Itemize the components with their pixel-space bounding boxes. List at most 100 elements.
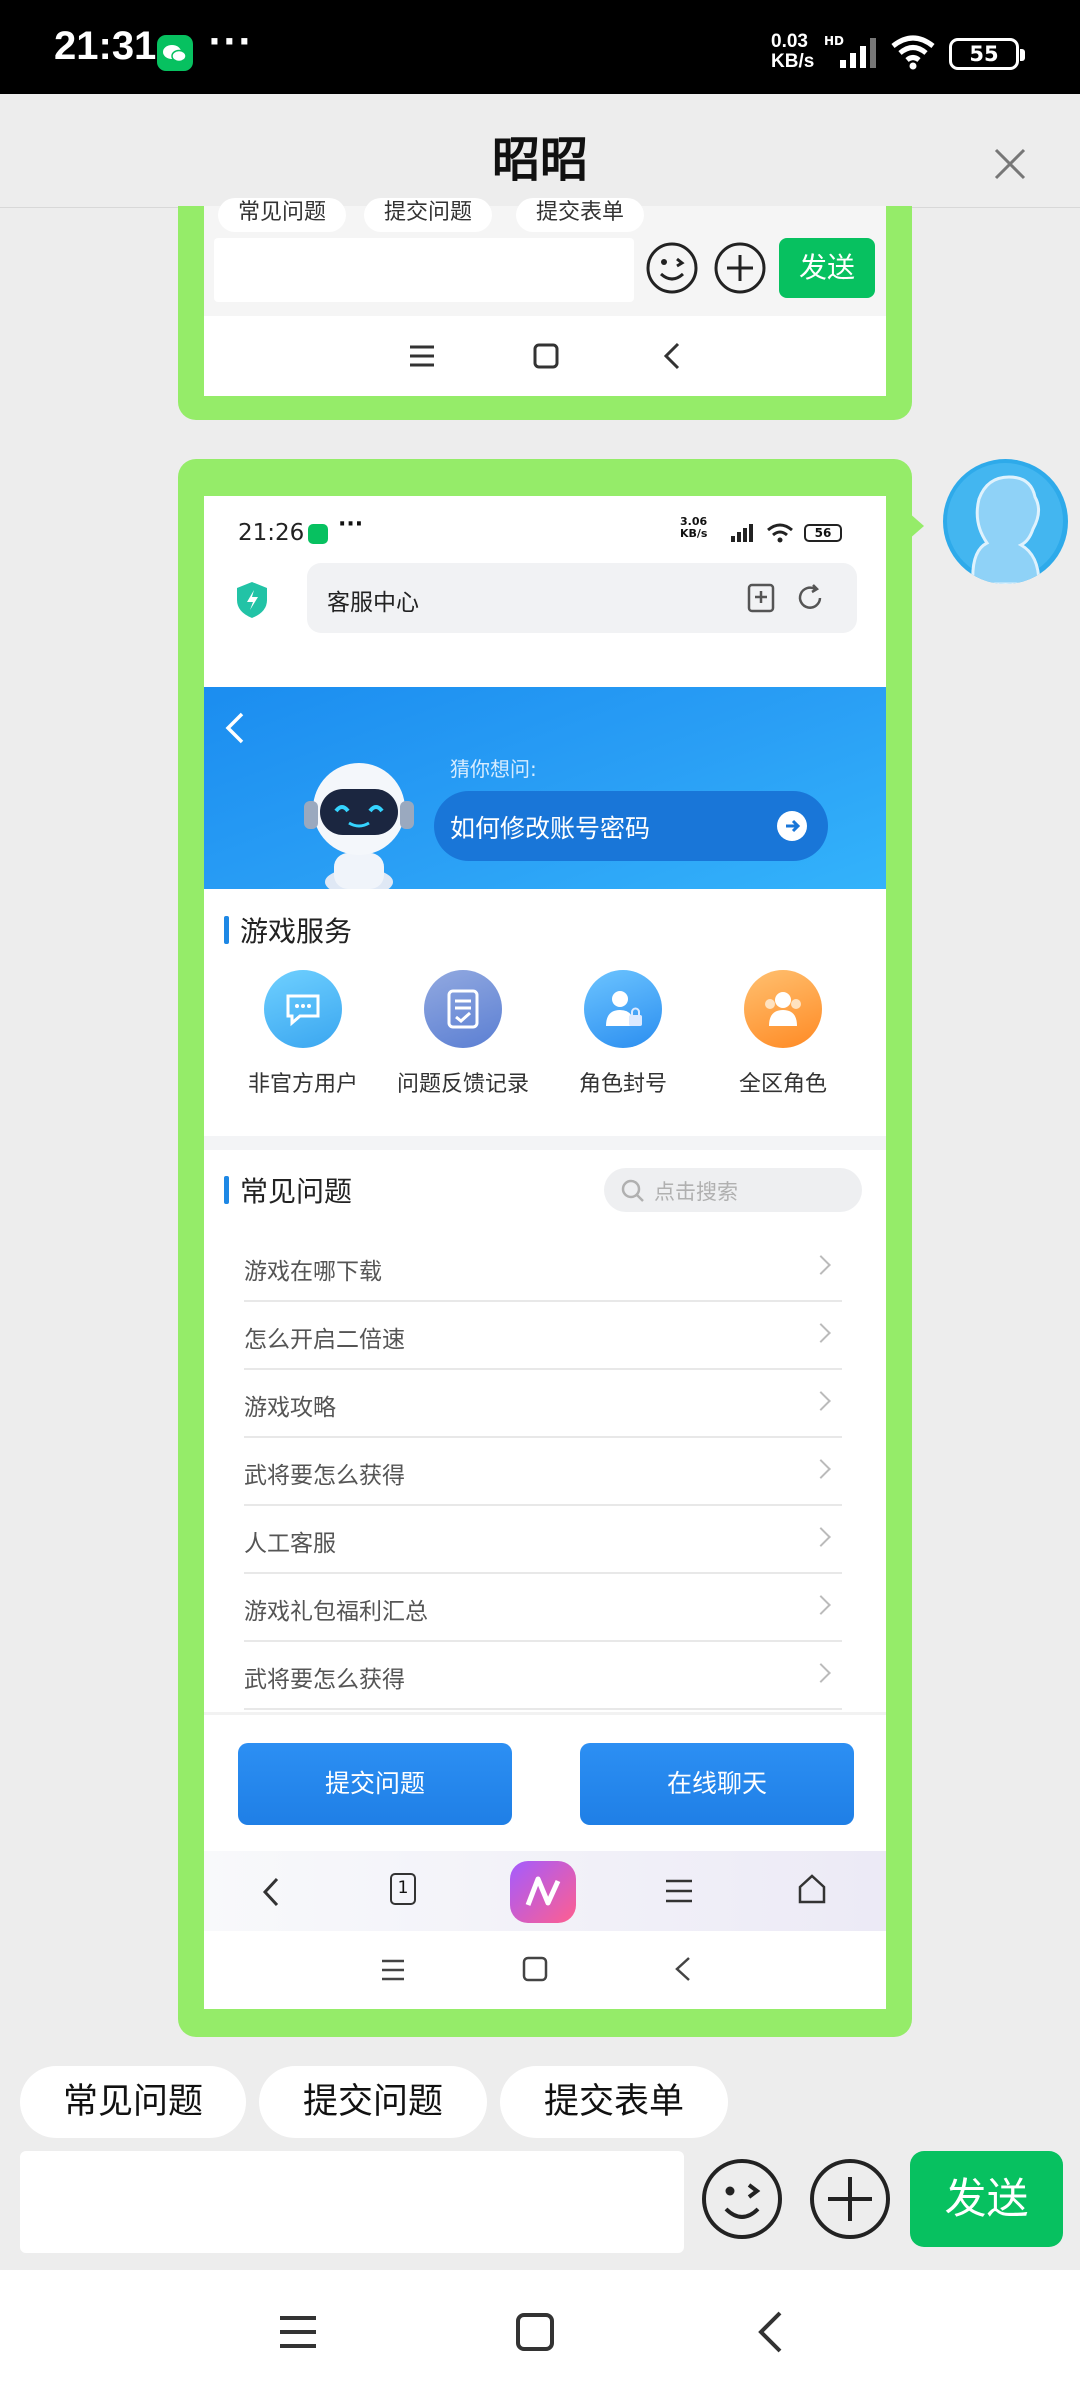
quick-reply-submit-form[interactable]: 提交表单: [500, 2066, 728, 2138]
chevron-right-icon: [811, 1255, 831, 1275]
chevron-right-icon: [811, 1527, 831, 1547]
status-time: 21:31: [54, 24, 157, 68]
role-ban-item[interactable]: [584, 970, 662, 1048]
close-icon[interactable]: [992, 146, 1028, 182]
send-button[interactable]: 发送: [910, 2151, 1063, 2247]
quick-reply-submit-question[interactable]: 提交问题: [259, 2066, 487, 2138]
screenshot-nav-bar: [204, 316, 886, 396]
quick-reply-faq[interactable]: 常见问题: [20, 2066, 246, 2138]
system-nav-bar: [0, 2270, 1080, 2400]
plus-icon: [712, 240, 768, 296]
browser-nav-bar: 1: [204, 1851, 886, 1931]
faq-item-label: 游戏礼包福利汇总: [244, 1599, 428, 1625]
search-placeholder: 点击搜索: [654, 1180, 738, 1204]
arrow-right-icon: [777, 811, 807, 841]
unofficial-user-item[interactable]: [264, 970, 342, 1048]
menu-icon: [666, 1879, 692, 1903]
menu-icon: [382, 1959, 404, 1981]
back-arrow-icon: [225, 712, 244, 744]
faq-title: 常见问题: [224, 1170, 352, 1210]
chevron-right-icon: [811, 1663, 831, 1683]
chat-header: 昭昭: [0, 94, 1080, 208]
divider: [204, 1712, 886, 1715]
feedback-record-item[interactable]: [424, 970, 502, 1048]
faq-item-label: 游戏攻略: [244, 1395, 336, 1421]
back-icon: [663, 342, 680, 370]
emoji-icon[interactable]: [700, 2157, 784, 2241]
document-check-icon: [447, 989, 479, 1029]
status-bar: 21:31 ··· 0.03 KB/s HD 55: [0, 0, 1080, 94]
suggested-question[interactable]: 如何修改账号密码: [434, 791, 828, 861]
chat-input-bar: 发送: [0, 2147, 1080, 2267]
screenshot-content: 常见问题 提交问题 提交表单 发送: [204, 198, 886, 396]
more-notifications-icon: ···: [338, 512, 364, 537]
inner-battery: 56: [804, 524, 842, 542]
online-chat-button[interactable]: 在线聊天: [580, 1743, 854, 1825]
game-service-title: 游戏服务: [224, 910, 352, 950]
faq-item-label: 武将要怎么获得: [244, 1463, 405, 1489]
faq-item[interactable]: 游戏礼包福利汇总: [244, 1574, 842, 1642]
address-bar: 客服中心: [307, 563, 857, 633]
quick-reply-pill: 提交问题: [364, 198, 493, 232]
screenshot-input: [214, 238, 634, 302]
service-label: 角色封号: [578, 1072, 667, 1097]
chevron-right-icon: [811, 1595, 831, 1615]
assistant-icon[interactable]: [510, 1861, 576, 1923]
inner-system-nav: [204, 1931, 886, 2009]
wifi-icon: [767, 523, 793, 543]
screenshot-content: 21:26 ··· 3.06 KB/s 56 客服中心 猜你想问: 如何修改账号…: [204, 496, 886, 2009]
menu-icon: [410, 345, 434, 367]
back-icon: [262, 1877, 279, 1907]
all-zone-roles-item[interactable]: [744, 970, 822, 1048]
faq-search[interactable]: 点击搜索: [604, 1168, 862, 1212]
faq-item[interactable]: 怎么开启二倍速: [244, 1302, 842, 1370]
faq-item-label: 人工客服: [244, 1531, 336, 1557]
suggested-question-text: 如何修改账号密码: [450, 814, 651, 843]
wechat-notification-icon: [157, 35, 193, 71]
user-lock-icon: [606, 991, 642, 1026]
signal-icon: [840, 38, 880, 68]
service-label: 全区角色: [738, 1072, 827, 1097]
inner-network-speed: 3.06 KB/s: [680, 515, 708, 540]
screenshot-send-button: 发送: [779, 238, 875, 298]
faq-item-label: 怎么开启二倍速: [244, 1327, 405, 1353]
refresh-icon: [798, 584, 822, 609]
image-message-2[interactable]: 21:26 ··· 3.06 KB/s 56 客服中心 猜你想问: 如何修改账号…: [178, 459, 912, 2037]
avatar[interactable]: [943, 459, 1068, 584]
inner-status-time: 21:26: [238, 520, 305, 546]
chevron-right-icon: [811, 1459, 831, 1479]
home-icon: [798, 1874, 826, 1904]
chevron-right-icon: [811, 1391, 831, 1411]
more-notifications-icon: ···: [208, 22, 253, 62]
chevron-right-icon: [811, 1323, 831, 1343]
robot-mascot-icon: [304, 763, 414, 889]
faq-item-label: 武将要怎么获得: [244, 1667, 405, 1693]
service-label: 问题反馈记录: [396, 1072, 529, 1097]
plus-icon[interactable]: [808, 2157, 892, 2241]
network-speed: 0.03 KB/s: [771, 31, 815, 72]
quick-reply-pill: 提交表单: [516, 198, 645, 232]
chat-bubble-icon: [286, 994, 320, 1027]
faq-item[interactable]: 游戏在哪下载: [244, 1234, 842, 1302]
quick-reply-pill: 常见问题: [218, 198, 347, 232]
faq-item[interactable]: 武将要怎么获得: [244, 1642, 842, 1710]
submit-question-button[interactable]: 提交问题: [238, 1743, 512, 1825]
faq-item[interactable]: 武将要怎么获得: [244, 1438, 842, 1506]
home-icon[interactable]: [516, 2313, 554, 2351]
banner-hint: 猜你想问:: [450, 757, 537, 781]
message-input[interactable]: [20, 2151, 684, 2253]
tabs-icon[interactable]: 1: [390, 1873, 416, 1905]
signal-icon: [731, 524, 753, 542]
quick-reply-bar: 常见问题 提交问题 提交表单: [0, 2047, 1080, 2147]
bookmark-add-icon: [747, 583, 775, 613]
faq-item[interactable]: 人工客服: [244, 1506, 842, 1574]
home-icon: [533, 343, 559, 369]
faq-item[interactable]: 游戏攻略: [244, 1370, 842, 1438]
back-icon: [758, 2311, 782, 2353]
image-message-1[interactable]: 常见问题 提交问题 提交表单 发送: [178, 198, 912, 420]
menu-icon: [280, 2316, 316, 2348]
service-label: 非官方用户: [247, 1072, 358, 1097]
search-icon: [621, 1179, 644, 1202]
users-icon: [765, 992, 801, 1026]
faq-item-label: 游戏在哪下载: [244, 1259, 382, 1285]
